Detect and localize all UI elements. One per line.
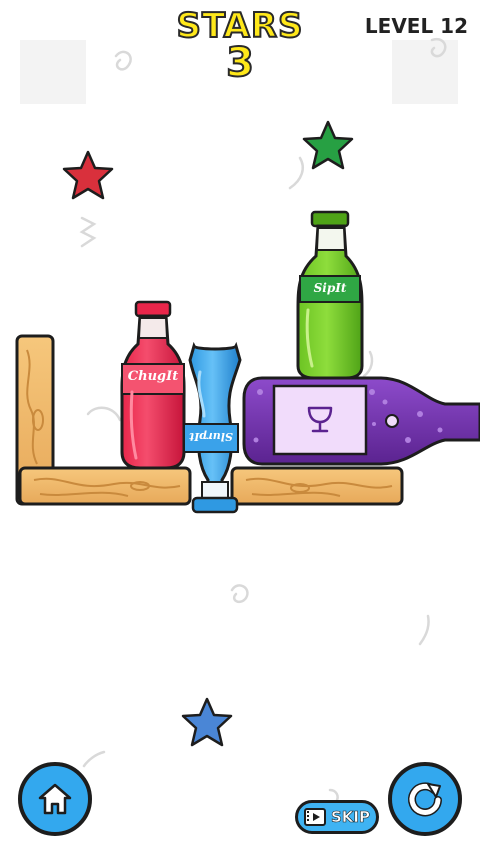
wood-plank-left — [18, 466, 192, 506]
green-bottle[interactable] — [296, 210, 364, 380]
game-scene — [15, 37, 480, 804]
red-bottle[interactable] — [120, 300, 186, 470]
blue-star — [181, 697, 233, 747]
skip-label: SKIP — [330, 808, 371, 827]
home-button[interactable] — [18, 762, 92, 836]
restart-icon — [408, 782, 442, 817]
blue-bottle-label: SlurpIt — [189, 430, 233, 443]
purple-wine-bottle[interactable] — [242, 376, 480, 466]
wood-plank-right — [230, 466, 404, 506]
green-star — [302, 120, 354, 170]
red-bottle-label: ChugIt — [127, 369, 179, 384]
wine-label — [272, 384, 368, 456]
red-star — [62, 150, 114, 200]
skip-button[interactable]: SKIP — [295, 800, 379, 834]
video-icon — [303, 808, 326, 826]
restart-button[interactable] — [388, 762, 462, 836]
green-bottle-label: SipIt — [313, 281, 347, 295]
home-icon — [38, 783, 72, 815]
